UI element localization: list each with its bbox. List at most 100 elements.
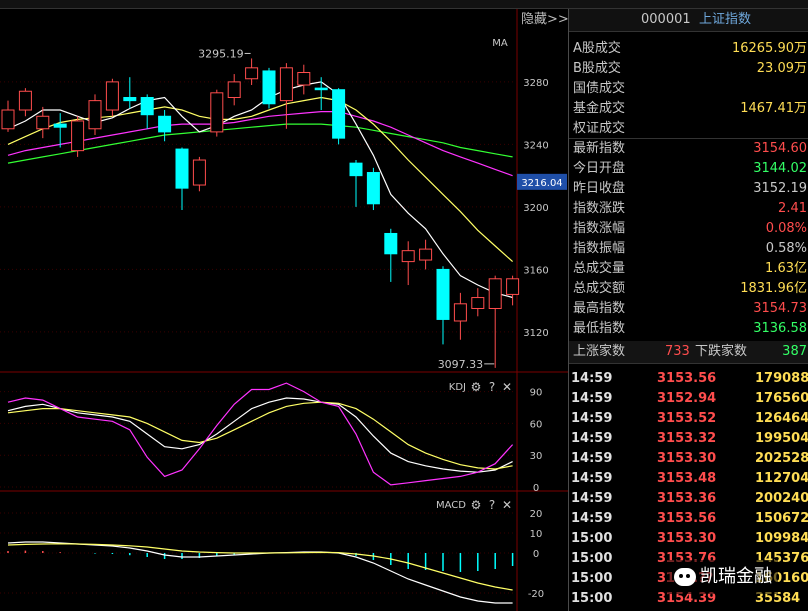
stat-label: 昨日收盘 [573, 181, 626, 196]
advance-decline-row: 上涨家数 733 下跌家数 387 [569, 341, 808, 363]
stat-value: 23.09万 [756, 61, 807, 76]
wechat-icon [674, 568, 696, 586]
candle [36, 115, 50, 130]
tick-row: 14:59 3153.36 200240 [569, 489, 808, 509]
ma5-line [7, 81, 513, 299]
stat-value: 16265.90万 [731, 41, 807, 56]
security-name[interactable]: 上证指数 [699, 9, 751, 31]
kdj-d-line [7, 401, 513, 470]
stat-label: 权证成交 [573, 121, 626, 136]
candle [419, 248, 433, 261]
tick-row: 14:59 3153.48 112704 [569, 469, 808, 489]
tick-row: 14:59 3153.52 126464 [569, 409, 808, 429]
candle [18, 90, 32, 111]
tick-price: 3153.32 [657, 431, 717, 446]
candle [488, 278, 502, 309]
decline-value: 387 [782, 344, 807, 359]
tick-time: 14:59 [571, 431, 613, 446]
candle [1, 109, 15, 130]
stat-value: 0.58% [765, 241, 807, 256]
macd-dif-line [7, 541, 513, 604]
candle [245, 67, 259, 80]
tick-volume: 199504 [755, 431, 808, 446]
stat-row: 总成交额 1831.96亿 [569, 279, 808, 299]
stat-label: 国债成交 [573, 81, 626, 96]
tick-time: 15:00 [571, 531, 613, 546]
y-tick-label: 30 [530, 451, 543, 462]
decline-label: 下跌家数 [695, 344, 748, 359]
stat-value: 3154.60 [753, 141, 807, 156]
y-tick-label: 3200 [523, 203, 548, 214]
stat-row: A股成交 16265.90万 [569, 39, 808, 59]
stat-value: 1.63亿 [765, 261, 807, 276]
tick-volume: 109984 [755, 531, 808, 546]
candle [88, 100, 102, 130]
tick-row: 14:59 3153.32 199504 [569, 429, 808, 449]
candle [279, 67, 293, 102]
security-code: 000001 [641, 12, 691, 27]
stat-row: 最高指数 3154.73 [569, 299, 808, 319]
stat-label: 总成交额 [573, 281, 626, 296]
y-tick-label: 20 [530, 509, 543, 520]
stat-value: 1467.41万 [740, 101, 807, 116]
y-tick-label: 3240 [523, 140, 548, 151]
help-icon: ? [489, 380, 495, 394]
tick-price: 3153.56 [657, 511, 717, 526]
stat-value: 0.08% [765, 221, 807, 236]
stat-label: A股成交 [573, 41, 621, 56]
y-tick-label: -20 [528, 589, 544, 600]
kdj-k-line [7, 397, 513, 473]
tick-price: 3153.48 [657, 471, 717, 486]
top-toolbar [0, 0, 808, 9]
candle [105, 81, 119, 111]
high-annotation: 3295.19 [198, 47, 244, 60]
y-tick-label: 3160 [523, 265, 548, 276]
tick-volume: 176560 [755, 391, 808, 406]
candle [332, 89, 346, 139]
tick-time: 15:00 [571, 571, 613, 586]
tick-volume: 150672 [755, 511, 808, 526]
candle [71, 120, 85, 152]
chart-svg[interactable]: 3120 3160 3200 3240 3280 0 30 60 90 -20 0 10 20 MA 321… [0, 9, 568, 611]
tick-time: 14:59 [571, 491, 613, 506]
stat-row: 指数涨跌 2.41 [569, 199, 808, 219]
tick-time: 15:00 [571, 551, 613, 566]
tick-volume: 200240 [755, 491, 808, 506]
candle [53, 123, 67, 128]
y-tick-label: 0 [533, 483, 539, 494]
stat-row: 最新指数 3154.60 [569, 139, 808, 159]
tick-volume: 179088 [755, 371, 808, 386]
watermark-text: 凯瑞金融 [700, 566, 772, 587]
help-icon: ? [489, 498, 495, 512]
hide-toggle-button[interactable]: 隐藏>> [521, 9, 569, 31]
tick-volume: 126464 [755, 411, 808, 426]
tick-volume: 202528 [755, 451, 808, 466]
chart-area[interactable]: 3120 3160 3200 3240 3280 0 30 60 90 -20 0 10 20 MA 321… [0, 9, 568, 611]
stat-label: 最低指数 [573, 321, 626, 336]
tick-row: 14:59 3152.94 176560 [569, 389, 808, 409]
tick-time: 14:59 [571, 391, 613, 406]
tick-time: 14:59 [571, 471, 613, 486]
candle [453, 303, 467, 322]
tick-price: 3152.94 [657, 391, 717, 406]
tick-time: 14:59 [571, 411, 613, 426]
candle [297, 72, 311, 86]
stat-label: B股成交 [573, 61, 621, 76]
y-tick-label: 3280 [523, 78, 548, 89]
candle [401, 250, 415, 263]
tick-volume: 112704 [755, 471, 808, 486]
stat-label: 基金成交 [573, 101, 626, 116]
tick-price: 3153.56 [657, 371, 717, 386]
stat-label: 总成交量 [573, 261, 626, 276]
candle [262, 70, 276, 105]
candle [436, 268, 450, 320]
stat-row: 今日开盘 3144.02 [569, 159, 808, 179]
quote-panel: 隐藏>> 000001 上证指数 A股成交 16265.90万 B股成交 23.09万… [521, 9, 808, 611]
kdj-label: KDJ [449, 382, 466, 393]
stat-row: 权证成交 [569, 119, 808, 139]
tick-time: 15:00 [571, 591, 613, 606]
tick-price: 3153.30 [657, 451, 717, 466]
stat-label: 指数涨跌 [573, 201, 626, 216]
tick-row: 14:59 3153.30 202528 [569, 449, 808, 469]
candle [175, 148, 189, 189]
